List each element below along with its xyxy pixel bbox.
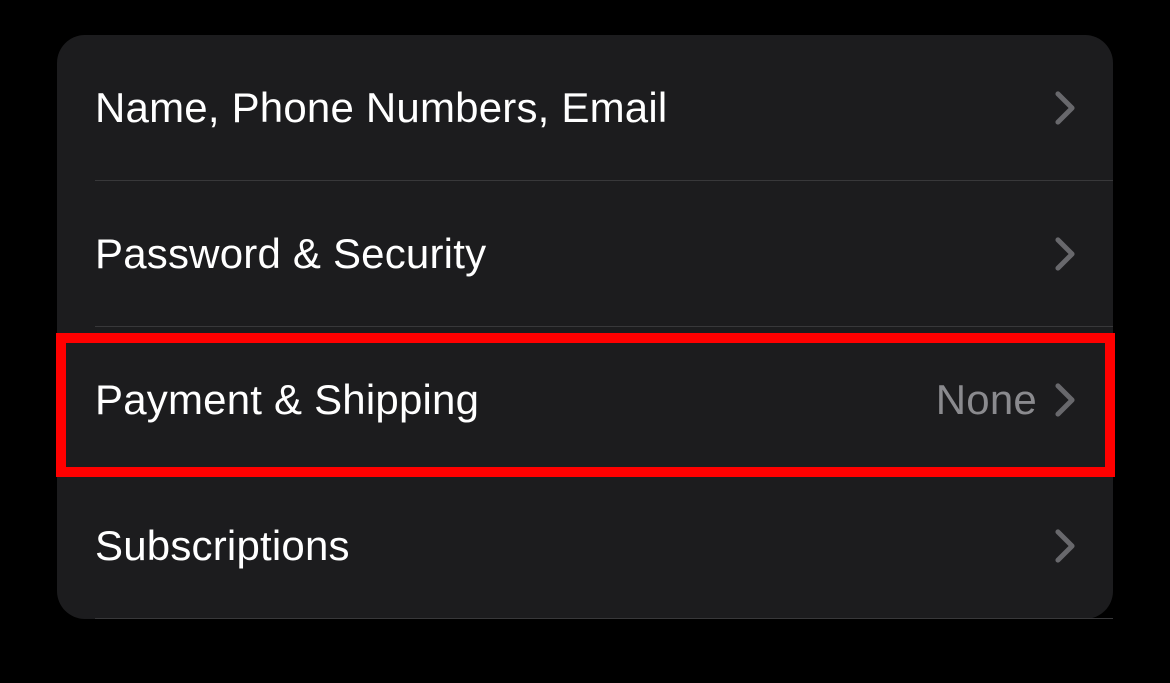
row-label: Subscriptions [95,522,350,570]
row-value: None [936,376,1037,424]
chevron-right-icon [1055,529,1075,563]
row-password-security[interactable]: Password & Security [57,181,1113,327]
row-right [1055,237,1075,271]
row-name-phone-email[interactable]: Name, Phone Numbers, Email [57,35,1113,181]
chevron-right-icon [1055,91,1075,125]
row-label: Password & Security [95,230,486,278]
chevron-right-icon [1055,237,1075,271]
row-right: None [936,376,1075,424]
row-subscriptions[interactable]: Subscriptions [57,473,1113,619]
row-right [1055,529,1075,563]
row-label: Name, Phone Numbers, Email [95,84,667,132]
row-payment-shipping[interactable]: Payment & Shipping None [57,327,1113,473]
settings-group: Name, Phone Numbers, Email Password & Se… [57,35,1113,619]
row-label: Payment & Shipping [95,376,479,424]
row-right [1055,91,1075,125]
chevron-right-icon [1055,383,1075,417]
